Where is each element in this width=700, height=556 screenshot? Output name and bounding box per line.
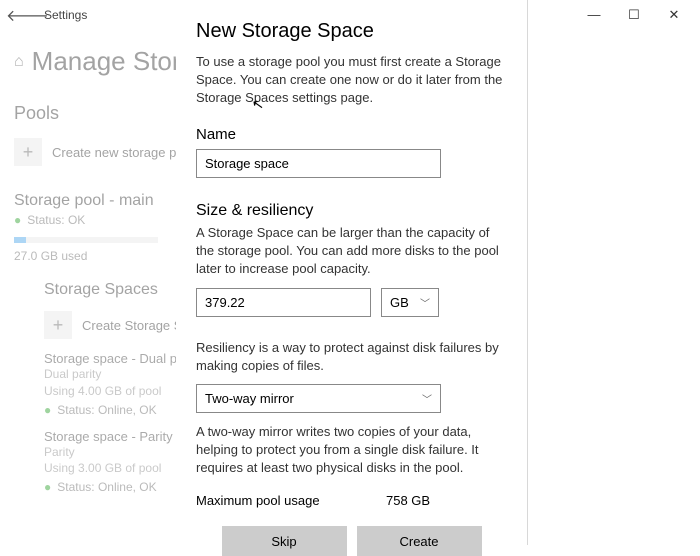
- size-description: A Storage Space can be larger than the c…: [196, 224, 507, 279]
- new-storage-space-dialog: New Storage Space To use a storage pool …: [176, 0, 528, 545]
- size-unit-select[interactable]: GB ﹀: [381, 288, 439, 317]
- size-unit-value: GB: [390, 295, 409, 310]
- skip-button[interactable]: Skip: [222, 526, 347, 556]
- plus-icon: +: [44, 311, 72, 339]
- resiliency-select[interactable]: Two-way mirror ﹀: [196, 384, 441, 413]
- check-icon: ●: [14, 213, 21, 227]
- max-pool-usage-value: 758 GB: [386, 493, 430, 508]
- create-pool-label: Create new storage pool: [52, 145, 194, 160]
- status-text: Status: Online, OK: [57, 480, 156, 494]
- minimize-button[interactable]: —: [574, 0, 614, 30]
- check-icon: ●: [44, 403, 51, 417]
- name-input[interactable]: [196, 149, 441, 178]
- check-icon: ●: [44, 480, 51, 494]
- create-button[interactable]: Create: [357, 526, 482, 556]
- close-button[interactable]: ✕: [654, 0, 694, 30]
- dialog-intro: To use a storage pool you must first cre…: [196, 53, 507, 108]
- resiliency-detail: A two-way mirror writes two copies of yo…: [196, 423, 507, 478]
- name-label: Name: [196, 126, 507, 143]
- pool-status-text: Status: OK: [27, 213, 85, 227]
- max-pool-usage-label: Maximum pool usage: [196, 493, 386, 508]
- chevron-down-icon: ﹀: [422, 391, 432, 406]
- plus-icon: +: [14, 138, 42, 166]
- usage-bar: [14, 237, 158, 243]
- status-text: Status: Online, OK: [57, 403, 156, 417]
- maximize-button[interactable]: ☐: [614, 0, 654, 30]
- back-button[interactable]: 🡐: [6, 5, 34, 26]
- window-title: Settings: [44, 8, 87, 22]
- size-input[interactable]: [196, 288, 371, 317]
- size-resiliency-header: Size & resiliency: [196, 202, 507, 220]
- chevron-down-icon: ﹀: [420, 295, 430, 310]
- dialog-title: New Storage Space: [196, 20, 507, 43]
- resiliency-value: Two-way mirror: [205, 391, 294, 406]
- home-icon[interactable]: ⌂: [14, 53, 24, 71]
- resiliency-description: Resiliency is a way to protect against d…: [196, 339, 507, 375]
